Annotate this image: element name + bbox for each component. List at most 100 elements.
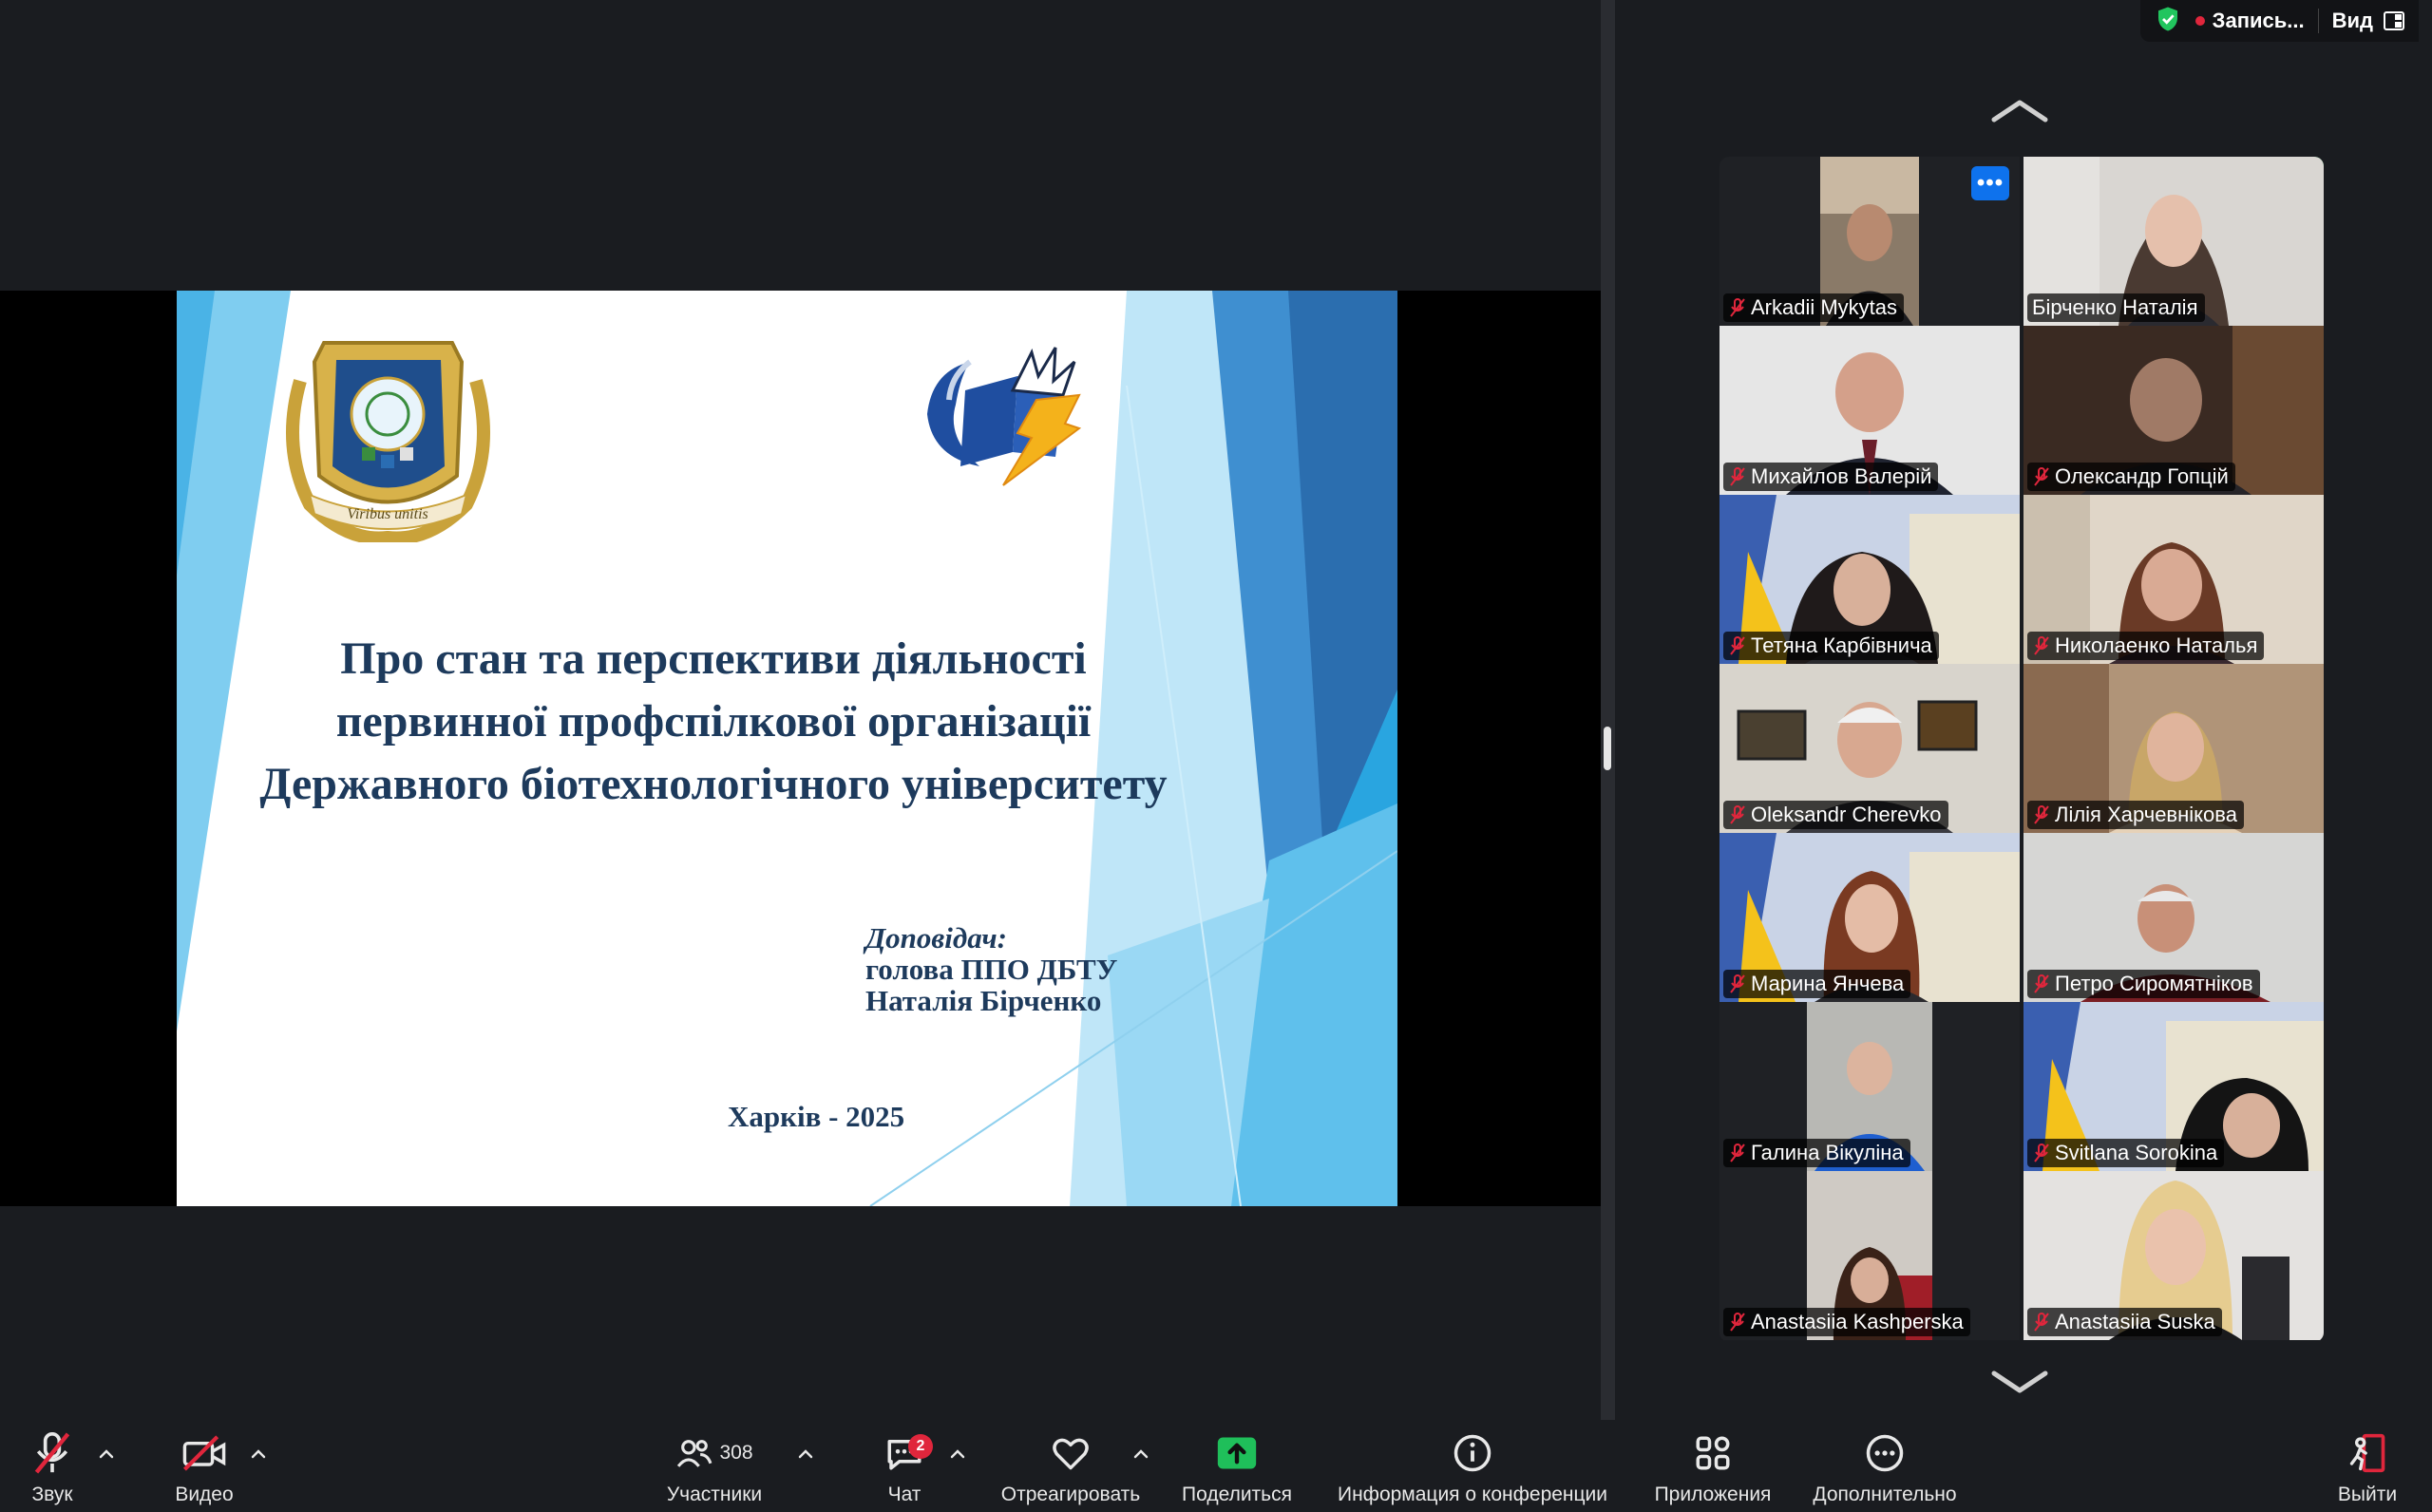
speaker-line: Наталія Бірченко: [865, 984, 1102, 1017]
chat-unread-badge: 2: [908, 1434, 933, 1459]
participant-name: Arkadii Mykytas: [1751, 295, 1898, 319]
emblem-motto: Viribus unitis: [347, 506, 428, 522]
shared-screen[interactable]: Viribus unitis Про стан та перспективи д…: [0, 291, 1601, 1206]
apps-icon: [1686, 1427, 1739, 1480]
trade-union-logo: [927, 347, 1082, 486]
participant-name-tag: Лілія Харчевнікова: [2027, 801, 2244, 829]
muted-mic-icon: [2034, 636, 2049, 655]
chat-options-caret-icon[interactable]: [946, 1443, 969, 1465]
speaker-line: голова ППО ДБТУ: [865, 953, 1118, 986]
participant-name-tag: Галина Вікуліна: [1723, 1139, 1910, 1167]
participants-button[interactable]: 308 Участники: [656, 1420, 773, 1512]
gallery-scroll-down-icon[interactable]: [1988, 1368, 2051, 1396]
leave-door-icon: [2341, 1427, 2394, 1480]
presentation-slide: Viribus unitis Про стан та перспективи д…: [177, 291, 1397, 1206]
share-screen-button[interactable]: Поделиться: [1174, 1420, 1300, 1512]
muted-mic-icon: [1730, 467, 1745, 486]
participant-tile[interactable]: Олександр Гопцій: [2024, 326, 2324, 495]
muted-mic-icon: [1730, 636, 1745, 655]
participant-name: Бірченко Наталія: [2032, 295, 2198, 319]
participant-tile[interactable]: Марина Янчева: [1720, 833, 2020, 1002]
participant-name: Тетяна Карбівнича: [1751, 633, 1932, 657]
chat-button[interactable]: 2 Чат: [874, 1420, 935, 1512]
react-options-caret-icon[interactable]: [1130, 1443, 1152, 1465]
participant-tile[interactable]: Лілія Харчевнікова: [2024, 664, 2324, 833]
video-off-icon: [178, 1427, 231, 1480]
apps-label: Приложения: [1654, 1484, 1772, 1505]
participant-name-tag: Тетяна Карбівнича: [1723, 632, 1939, 660]
participants-count: 308: [719, 1442, 753, 1464]
muted-mic-icon: [2034, 805, 2049, 824]
apps-button[interactable]: Приложения: [1644, 1420, 1782, 1512]
slide-title: Про стан та перспективи діяльності перви…: [234, 628, 1193, 816]
participant-tile-active-speaker[interactable]: Бірченко Наталія: [2024, 157, 2324, 326]
more-dots-icon: [1858, 1427, 1911, 1480]
participant-name-tag: Oleksandr Cherevko: [1723, 801, 1948, 829]
participant-tile[interactable]: ••• Arkadii Mykytas: [1720, 157, 2020, 326]
participants-label: Участники: [666, 1484, 763, 1505]
meeting-info-button[interactable]: Информация о конференции: [1324, 1420, 1621, 1512]
speaker-label: Доповідач:: [865, 921, 1007, 954]
gallery-scroll-up-icon[interactable]: [1988, 97, 2051, 125]
participants-icon: [677, 1440, 712, 1467]
share-screen-icon: [1210, 1427, 1264, 1480]
view-layout-icon: [2384, 11, 2404, 30]
view-label: Вид: [2331, 9, 2373, 32]
participant-name-tag: Arkadii Mykytas: [1723, 293, 1905, 322]
react-label: Отреагировать: [1000, 1484, 1141, 1505]
participant-tile[interactable]: Тетяна Карбівнича: [1720, 495, 2020, 664]
recording-dot-icon: [2194, 16, 2205, 26]
participant-tile[interactable]: Oleksandr Cherevko: [1720, 664, 2020, 833]
participant-name: Михайлов Валерій: [1751, 464, 1932, 488]
chat-icon: 2: [878, 1427, 933, 1480]
video-options-caret-icon[interactable]: [247, 1443, 270, 1465]
tile-more-options-button[interactable]: •••: [1971, 166, 2009, 200]
participant-tile[interactable]: Галина Вікуліна: [1720, 1002, 2020, 1171]
leave-button[interactable]: Выйти: [2328, 1420, 2407, 1512]
participant-name-tag: Anastasiia Kashperska: [1723, 1308, 1970, 1336]
participant-tile[interactable]: Николаенко Наталья: [2024, 495, 2324, 664]
split-resize-handle[interactable]: [1604, 727, 1611, 770]
muted-mic-icon: [2034, 1143, 2049, 1162]
muted-mic-icon: [2034, 1313, 2049, 1332]
participant-name: Галина Вікуліна: [1751, 1141, 1904, 1164]
meeting-info-label: Информация о конференции: [1337, 1484, 1608, 1505]
participant-name: Николаенко Наталья: [2055, 633, 2258, 657]
muted-mic-icon: [1730, 1313, 1745, 1332]
slide-city-year: Харків - 2025: [728, 1100, 905, 1133]
more-button[interactable]: Дополнительно: [1801, 1420, 1968, 1512]
muted-mic-icon: [1730, 805, 1745, 824]
slide-speaker-block: Доповідач: голова ППО ДБТУ Наталія Бірче…: [865, 922, 1117, 1016]
participant-name: Anastasiia Kashperska: [1751, 1310, 1964, 1333]
split-divider: [1601, 0, 1615, 1420]
participant-name: Олександр Гопцій: [2055, 464, 2229, 488]
participants-options-caret-icon[interactable]: [794, 1443, 817, 1465]
muted-mic-icon: [2034, 467, 2049, 486]
video-button[interactable]: Видео: [169, 1420, 239, 1512]
slide-title-line: Про стан та перспективи діяльності: [340, 633, 1087, 684]
muted-mic-icon: [2034, 974, 2049, 993]
participant-name: Anastasiia Suska: [2055, 1310, 2215, 1333]
top-status-area: Запись... Вид: [2139, 0, 2419, 42]
more-label: Дополнительно: [1813, 1484, 1957, 1505]
muted-mic-icon: [1730, 1143, 1745, 1162]
participant-name-tag: Anastasiia Suska: [2027, 1308, 2222, 1336]
leave-label: Выйти: [2337, 1484, 2398, 1505]
recording-indicator[interactable]: Запись...: [2194, 9, 2305, 33]
participant-tile[interactable]: Anastasiia Kashperska: [1720, 1171, 2020, 1340]
participants-icon-group: 308: [662, 1427, 767, 1480]
participant-tile[interactable]: Svitlana Sorokina: [2024, 1002, 2324, 1171]
participant-name-tag: Петро Сиромятніков: [2027, 970, 2260, 998]
participant-tile[interactable]: Anastasiia Suska: [2024, 1171, 2324, 1340]
participant-name: Петро Сиромятніков: [2055, 972, 2253, 995]
react-button[interactable]: Отреагировать: [990, 1420, 1151, 1512]
participant-tile[interactable]: Петро Сиромятніков: [2024, 833, 2324, 1002]
view-button[interactable]: Вид: [2317, 9, 2405, 33]
participant-name-tag: Svitlana Sorokina: [2027, 1139, 2225, 1167]
participant-name: Марина Янчева: [1751, 972, 1905, 995]
encryption-shield-icon[interactable]: [2154, 5, 2182, 38]
participant-tile[interactable]: Михайлов Валерій: [1720, 326, 2020, 495]
audio-label: Звук: [31, 1484, 73, 1505]
audio-button[interactable]: Звук: [19, 1420, 86, 1512]
audio-options-caret-icon[interactable]: [95, 1443, 118, 1465]
